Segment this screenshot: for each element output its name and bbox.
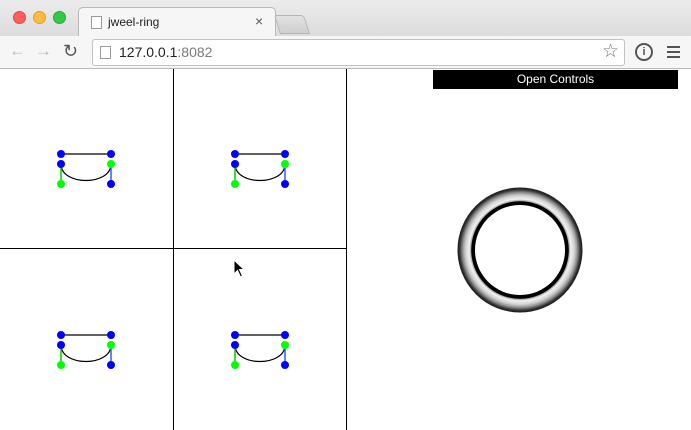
hamburger-menu-icon[interactable] [667,46,680,58]
control-point[interactable] [107,160,115,168]
control-point[interactable] [57,160,65,168]
control-point[interactable] [57,331,65,339]
ring-3d-preview[interactable] [457,187,583,313]
control-point[interactable] [107,180,115,188]
control-point[interactable] [57,361,65,369]
viewport-divider [346,69,347,430]
mouse-cursor-icon [233,259,246,278]
reload-icon[interactable]: ↻ [63,41,78,61]
control-point[interactable] [107,331,115,339]
control-point[interactable] [281,341,289,349]
control-point[interactable] [231,180,239,188]
control-point[interactable] [281,331,289,339]
browser-toolbar: ← → ↻ 127.0.0.1:8082 ☆ i [0,36,691,69]
info-icon[interactable]: i [635,43,653,61]
close-window-button[interactable] [13,11,26,24]
viewport-bottom-left[interactable] [0,249,173,429]
tab-jweel-ring[interactable]: jweel-ring × [78,7,276,37]
control-point[interactable] [281,180,289,188]
control-point[interactable] [231,331,239,339]
control-point[interactable] [231,150,239,158]
arrow-right-icon[interactable]: → [35,41,52,61]
minimize-window-button[interactable] [33,11,46,24]
control-point[interactable] [107,361,115,369]
control-point[interactable] [281,160,289,168]
control-point[interactable] [231,361,239,369]
url-port: :8082 [177,44,213,60]
control-point[interactable] [107,341,115,349]
viewport-divider [0,248,347,249]
arrow-left-icon[interactable]: ← [9,41,26,61]
open-controls-button[interactable]: Open Controls [433,70,678,89]
page-icon [100,46,111,59]
control-point[interactable] [231,160,239,168]
close-tab-icon[interactable]: × [255,13,263,29]
control-point[interactable] [57,180,65,188]
control-point[interactable] [57,341,65,349]
viewport-top-left[interactable] [0,69,173,249]
viewport-divider [173,69,174,430]
new-tab-button[interactable] [273,15,311,34]
control-point[interactable] [57,150,65,158]
url-text[interactable]: 127.0.0.1:8082 [119,44,212,60]
control-point[interactable] [107,150,115,158]
app-viewport: Open Controls [0,69,691,430]
address-bar[interactable]: 127.0.0.1:8082 ☆ [92,39,625,66]
page-icon [91,16,102,29]
control-point[interactable] [231,341,239,349]
control-point[interactable] [281,150,289,158]
profile-editor-drawing [57,150,115,188]
star-icon[interactable]: ☆ [602,42,619,62]
viewport-bottom-right[interactable] [174,249,347,429]
control-point[interactable] [281,361,289,369]
tab-title: jweel-ring [108,15,160,29]
zoom-window-button[interactable] [53,11,66,24]
window-titlebar: jweel-ring × [0,0,691,37]
profile-editor-drawing [57,331,115,369]
viewport-top-right[interactable] [174,69,347,249]
profile-editor-drawing [231,150,289,188]
profile-editor-drawing [231,331,289,369]
